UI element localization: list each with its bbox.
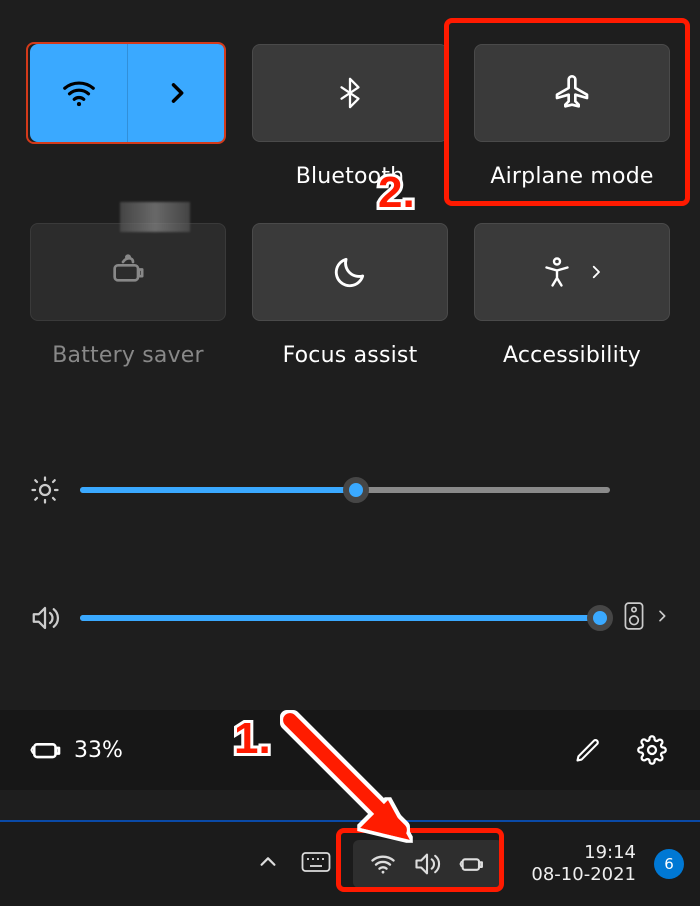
- accessibility-icon: [539, 254, 575, 290]
- battery-saver-tile-wrap: Battery saver: [30, 223, 226, 368]
- brightness-slider[interactable]: [80, 487, 610, 493]
- volume-icon: [413, 850, 441, 878]
- volume-row: [30, 598, 670, 638]
- chevron-up-icon: [257, 851, 279, 873]
- focus-assist-label: Focus assist: [283, 343, 418, 368]
- focus-assist-tile-wrap: Focus assist: [252, 223, 448, 368]
- brightness-row: [30, 470, 670, 510]
- airplane-tile-wrap: Airplane mode: [474, 44, 670, 189]
- accessibility-tile-wrap: Accessibility: [474, 223, 670, 368]
- battery-charging-icon: [457, 850, 487, 878]
- system-tray-quick-settings[interactable]: [353, 840, 503, 888]
- airplane-label: Airplane mode: [490, 164, 653, 189]
- edit-quick-settings-button[interactable]: [570, 732, 606, 768]
- tray-overflow-button[interactable]: [257, 851, 279, 877]
- chevron-right-icon: [587, 263, 605, 281]
- clock-date: 08-10-2021: [531, 864, 636, 887]
- battery-percent: 33%: [74, 738, 123, 763]
- pencil-icon: [574, 736, 602, 764]
- taskbar: 19:14 08-10-2021 6: [0, 820, 700, 906]
- quick-settings-panel: Bluetooth Airplane mode Battery saver: [0, 0, 700, 820]
- wifi-network-name: [120, 202, 190, 232]
- battery-charging-icon: [30, 733, 64, 767]
- wifi-tile: [30, 44, 226, 142]
- bluetooth-icon: [333, 76, 367, 110]
- accessibility-label: Accessibility: [503, 343, 641, 368]
- airplane-mode-tile[interactable]: [474, 44, 670, 142]
- bluetooth-label: Bluetooth: [296, 164, 405, 189]
- wifi-icon: [369, 850, 397, 878]
- quick-settings-footer: 33%: [0, 710, 700, 790]
- wifi-tile-wrap: [30, 44, 226, 189]
- audio-expand-button[interactable]: [654, 608, 670, 628]
- keyboard-icon: [301, 850, 331, 874]
- speaker-device-icon: [622, 601, 646, 631]
- quick-settings-grid: Bluetooth Airplane mode Battery saver: [30, 44, 670, 368]
- accessibility-tile[interactable]: [474, 223, 670, 321]
- bluetooth-tile-wrap: Bluetooth: [252, 44, 448, 189]
- focus-assist-tile[interactable]: [252, 223, 448, 321]
- airplane-icon: [552, 73, 592, 113]
- sliders-section: [30, 470, 670, 726]
- chevron-right-icon: [163, 79, 191, 107]
- battery-saver-label: Battery saver: [52, 343, 204, 368]
- notif-count-value: 6: [664, 855, 674, 873]
- volume-icon: [30, 603, 80, 633]
- wifi-expand-button[interactable]: [128, 44, 226, 142]
- battery-saver-icon: [108, 252, 148, 292]
- battery-status[interactable]: 33%: [30, 733, 123, 767]
- moon-icon: [331, 253, 369, 291]
- notification-count-badge[interactable]: 6: [654, 849, 684, 879]
- battery-saver-tile[interactable]: [30, 223, 226, 321]
- volume-slider[interactable]: [80, 615, 600, 621]
- clock-time: 19:14: [531, 842, 636, 865]
- audio-output-button[interactable]: [622, 601, 646, 635]
- settings-button[interactable]: [634, 732, 670, 768]
- touch-keyboard-button[interactable]: [301, 850, 331, 878]
- taskbar-clock[interactable]: 19:14 08-10-2021: [531, 842, 636, 887]
- gear-icon: [637, 735, 667, 765]
- chevron-right-icon: [654, 608, 670, 624]
- wifi-toggle-button[interactable]: [30, 44, 128, 142]
- bluetooth-tile[interactable]: [252, 44, 448, 142]
- wifi-icon: [60, 74, 98, 112]
- brightness-icon: [30, 475, 80, 505]
